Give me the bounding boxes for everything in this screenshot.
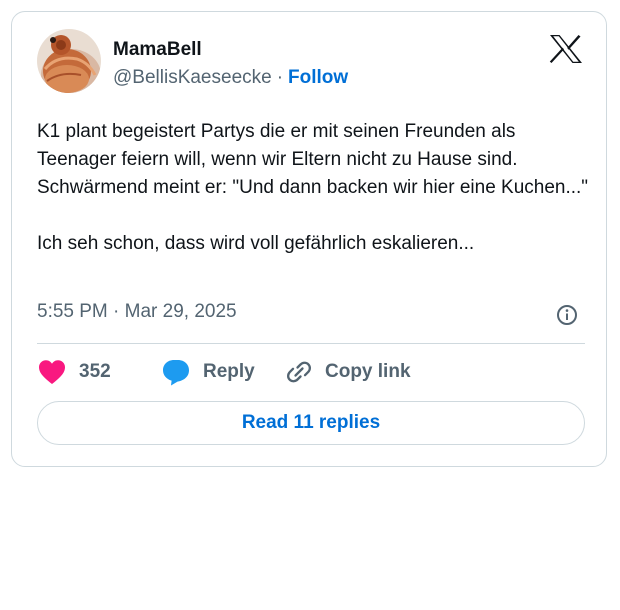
heart-icon xyxy=(39,360,65,384)
x-logo-icon[interactable] xyxy=(549,34,583,64)
reply-label: Reply xyxy=(203,361,255,382)
like-button[interactable]: 352 xyxy=(37,357,111,387)
handle-separator: · xyxy=(276,67,284,88)
reply-button[interactable]: Reply xyxy=(161,357,255,387)
read-replies-button[interactable]: Read 11 replies xyxy=(37,401,585,445)
tweet-text: K1 plant begeistert Partys die er mit se… xyxy=(37,121,589,254)
tweet-timestamp[interactable]: 5:55 PM · Mar 29, 2025 xyxy=(37,300,237,324)
author-display-name[interactable]: MamaBell xyxy=(113,38,202,62)
tweet-date: Mar 29, 2025 xyxy=(124,301,237,322)
link-icon xyxy=(287,361,311,383)
tweet-time: 5:55 PM xyxy=(37,301,108,322)
like-count: 352 xyxy=(79,361,111,382)
divider xyxy=(37,343,585,344)
tweet-card: MamaBell @BellisKaeseecke · Follow K1 plan… xyxy=(11,11,607,467)
author-handle-row: @BellisKaeseecke · Follow xyxy=(113,66,348,90)
info-icon[interactable] xyxy=(556,304,578,326)
copy-link-button[interactable]: Copy link xyxy=(285,357,411,387)
copy-link-label: Copy link xyxy=(325,361,411,382)
avatar-image xyxy=(37,29,101,93)
author-handle[interactable]: @BellisKaeseecke xyxy=(113,67,272,88)
timestamp-separator: · xyxy=(113,301,120,322)
author-avatar[interactable] xyxy=(37,29,101,93)
reply-bubble-icon xyxy=(163,360,189,386)
follow-button[interactable]: Follow xyxy=(288,67,348,88)
